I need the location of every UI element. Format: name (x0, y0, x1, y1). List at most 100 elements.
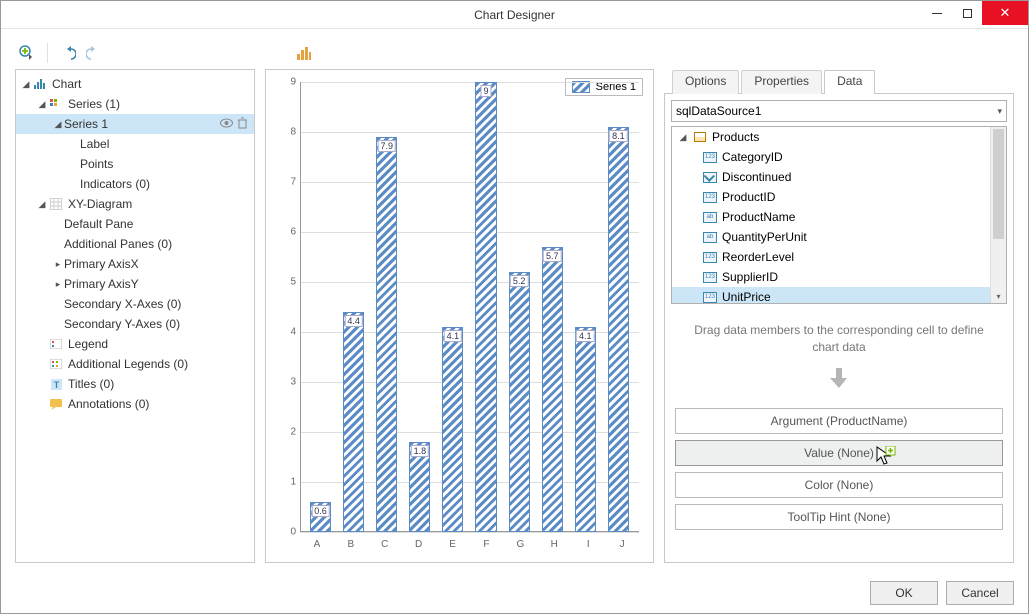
cancel-button[interactable]: Cancel (946, 581, 1014, 605)
field-discontinued[interactable]: Discontinued (672, 167, 990, 187)
x-tick-label: D (402, 539, 436, 550)
bar-column[interactable]: 8.1 (602, 82, 635, 532)
svg-text:T: T (53, 380, 59, 390)
bar-value-label: 0.6 (311, 505, 330, 517)
tab-options[interactable]: Options (672, 70, 739, 94)
series-icon (48, 97, 64, 111)
delete-icon[interactable] (237, 117, 248, 132)
field-productname[interactable]: abProductName (672, 207, 990, 227)
y-tick-label: 2 (278, 427, 296, 438)
undo-icon (60, 45, 76, 61)
tree-node-annotations[interactable]: Annotations (0) (16, 394, 254, 414)
field-supplierid[interactable]: 123SupplierID (672, 267, 990, 287)
tree-node-secondary-y[interactable]: Secondary Y-Axes (0) (16, 314, 254, 334)
field-reorderlevel[interactable]: 123ReorderLevel (672, 247, 990, 267)
maximize-icon (963, 9, 972, 18)
field-table-products[interactable]: ◢ Products (672, 127, 990, 147)
minimize-icon (932, 13, 942, 14)
bar-column[interactable]: 5.2 (503, 82, 536, 532)
chart-icon (32, 77, 48, 91)
drop-value[interactable]: Value (None) (675, 440, 1003, 466)
datasource-dropdown[interactable]: sqlDataSource1 ▾ (671, 100, 1007, 122)
drop-hint-text: Drag data members to the corresponding c… (675, 318, 1003, 360)
drop-color[interactable]: Color (None) (675, 472, 1003, 498)
minimize-button[interactable] (922, 1, 952, 25)
expand-icon: ◢ (36, 99, 48, 110)
x-tick-label: I (571, 539, 605, 550)
y-tick-label: 4 (278, 327, 296, 338)
bar-value-label: 9 (481, 85, 492, 97)
y-tick-label: 1 (278, 477, 296, 488)
y-tick-label: 5 (278, 277, 296, 288)
expand-icon: ◢ (678, 132, 688, 143)
tree-node-titles[interactable]: T Titles (0) (16, 374, 254, 394)
bar-column[interactable]: 0.6 (304, 82, 337, 532)
number-field-icon: 123 (702, 150, 718, 164)
tab-properties[interactable]: Properties (741, 70, 822, 94)
arrow-down-icon (828, 366, 850, 390)
tree-node-points[interactable]: Points (16, 154, 254, 174)
close-button[interactable]: ✕ (982, 1, 1028, 25)
tree-node-chart[interactable]: ◢ Chart (16, 74, 254, 94)
bar-column[interactable]: 4.1 (436, 82, 469, 532)
separator (47, 43, 48, 63)
scrollbar[interactable]: ▾ (990, 127, 1006, 303)
bar-column[interactable]: 1.8 (403, 82, 436, 532)
maximize-button[interactable] (952, 1, 982, 25)
tree-node-secondary-x[interactable]: Secondary X-Axes (0) (16, 294, 254, 314)
bar-column[interactable]: 4.1 (569, 82, 602, 532)
dialog-footer: OK Cancel (1, 573, 1028, 613)
tree-node-primary-axisy[interactable]: ▸Primary AxisY (16, 274, 254, 294)
x-tick-label: F (470, 539, 504, 550)
bar-value-label: 8.1 (609, 130, 628, 142)
chart-area: 0.64.47.91.84.195.25.74.18.1 0123456789 … (274, 78, 645, 554)
field-categoryid[interactable]: 123CategoryID (672, 147, 990, 167)
bar-column[interactable]: 9 (469, 82, 502, 532)
drop-argument[interactable]: Argument (ProductName) (675, 408, 1003, 434)
visibility-icon[interactable] (220, 117, 233, 132)
tree-node-additional-legends[interactable]: Additional Legends (0) (16, 354, 254, 374)
redo-button[interactable] (84, 43, 104, 63)
bar-value-label: 4.4 (344, 315, 363, 327)
scroll-thumb[interactable] (993, 129, 1004, 239)
tree-node-legend[interactable]: Legend (16, 334, 254, 354)
drop-tooltip[interactable]: ToolTip Hint (None) (675, 504, 1003, 530)
add-element-button[interactable] (17, 43, 37, 63)
tab-data[interactable]: Data (824, 70, 875, 94)
tree-node-xydiagram[interactable]: ◢ XY-Diagram (16, 194, 254, 214)
number-field-icon: 123 (702, 250, 718, 264)
y-tick-label: 8 (278, 127, 296, 138)
grid-icon (48, 197, 64, 211)
structure-tree-panel[interactable]: ◢ Chart ◢ Series (1) ◢ Series 1 (15, 69, 255, 563)
chart-style-button[interactable] (294, 43, 314, 63)
tree-node-label[interactable]: Label (16, 134, 254, 154)
scroll-down-icon[interactable]: ▾ (991, 289, 1006, 303)
field-productid[interactable]: 123ProductID (672, 187, 990, 207)
expand-icon: ◢ (52, 119, 64, 130)
undo-button[interactable] (58, 43, 78, 63)
collapse-icon: ▸ (52, 259, 64, 270)
right-panel: Options Properties Data sqlDataSource1 ▾… (664, 69, 1014, 563)
number-field-icon: 123 (702, 270, 718, 284)
bar-column[interactable]: 5.7 (536, 82, 569, 532)
collapse-icon: ▸ (52, 279, 64, 290)
redo-icon (86, 45, 102, 61)
tree-node-series-group[interactable]: ◢ Series (1) (16, 94, 254, 114)
bar-value-label: 5.7 (543, 250, 562, 262)
toolbar (15, 39, 1014, 67)
tree-node-primary-axisx[interactable]: ▸Primary AxisX (16, 254, 254, 274)
tree-node-series1[interactable]: ◢ Series 1 (16, 114, 254, 134)
field-unitprice[interactable]: 123UnitPrice (672, 287, 990, 303)
field-quantityperunit[interactable]: abQuantityPerUnit (672, 227, 990, 247)
bar-column[interactable]: 7.9 (370, 82, 403, 532)
field-tree: ◢ Products 123CategoryID Discontinued 12… (671, 126, 1007, 304)
chart-preview-panel: Series 1 0.64.47.91.84.195.25.74.18.1 01… (265, 69, 654, 563)
x-tick-label: C (368, 539, 402, 550)
x-tick-label: H (537, 539, 571, 550)
ok-button[interactable]: OK (870, 581, 938, 605)
text-field-icon: ab (702, 210, 718, 224)
tree-node-default-pane[interactable]: Default Pane (16, 214, 254, 234)
tree-node-additional-panes[interactable]: Additional Panes (0) (16, 234, 254, 254)
bar-column[interactable]: 4.4 (337, 82, 370, 532)
tree-node-indicators[interactable]: Indicators (0) (16, 174, 254, 194)
